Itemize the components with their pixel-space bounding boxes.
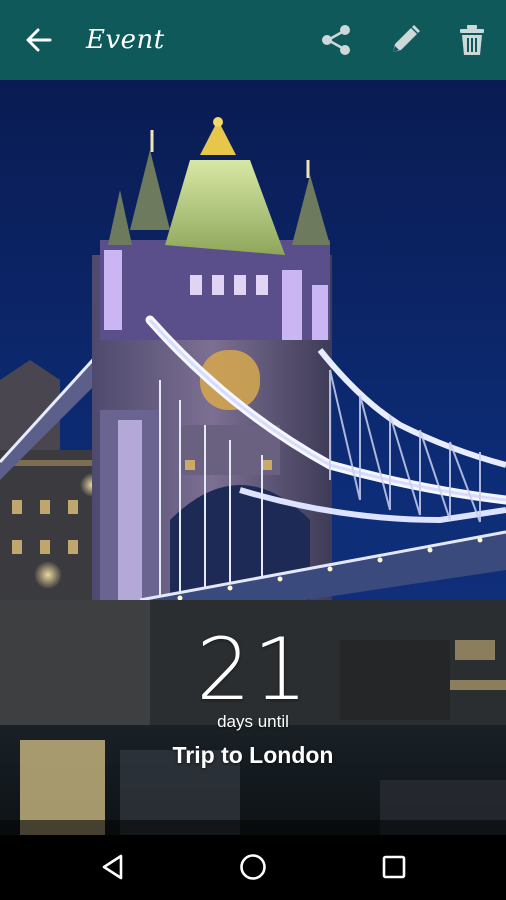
nav-back-button[interactable] [92,847,136,887]
delete-button[interactable] [452,20,492,60]
share-button[interactable] [316,20,356,60]
share-icon [322,25,350,55]
pencil-icon [393,25,420,52]
arrow-back-icon [26,28,52,52]
edit-button[interactable] [385,20,425,60]
countdown-caption: days until [217,712,289,731]
nav-recent-square-icon [382,855,406,879]
system-nav-bar [0,835,506,900]
nav-back-triangle-icon [102,854,123,880]
trash-icon [460,25,484,55]
event-screen: Event 21 days until Trip to London [0,0,506,900]
back-button[interactable] [20,22,58,58]
nav-home-circle-icon [240,854,266,880]
page-title: Event [86,25,165,55]
app-bar: Event [0,0,506,80]
event-name: Trip to London [172,742,334,768]
nav-recent-button[interactable] [372,847,416,887]
countdown-number: 21 [196,620,310,720]
nav-home-button[interactable] [231,847,275,887]
